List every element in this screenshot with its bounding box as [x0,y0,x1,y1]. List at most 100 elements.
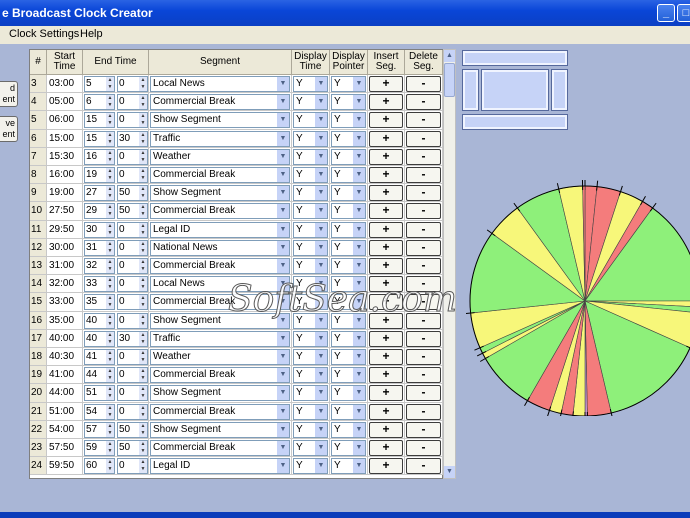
end-minute-stepper[interactable]: 59 ▲ ▼ [84,440,115,456]
stepper-arrows-icon[interactable]: ▲ ▼ [106,77,114,91]
chevron-down-icon[interactable]: ▼ [353,386,365,401]
segment-select[interactable]: Commercial Break ▼ [150,203,290,220]
insert-segment-button[interactable]: + [369,112,403,129]
scroll-up-arrow[interactable]: ▲ [444,50,455,62]
end-second-stepper[interactable]: 0 ▲ ▼ [117,148,148,165]
stepper-arrows-icon[interactable]: ▲ ▼ [139,350,147,364]
delete-segment-button[interactable]: - [406,440,441,456]
delete-segment-button[interactable]: - [406,258,441,274]
chevron-down-icon[interactable]: ▼ [277,404,289,419]
segment-select[interactable]: National News ▼ [150,239,290,256]
display-pointer-select[interactable]: Y ▼ [331,185,366,202]
stepper-arrows-icon[interactable]: ▲ ▼ [139,131,147,146]
chevron-down-icon[interactable]: ▼ [353,204,365,219]
stepper-arrows-icon[interactable]: ▲ ▼ [106,350,114,364]
chevron-down-icon[interactable]: ▼ [353,331,365,346]
chevron-down-icon[interactable]: ▼ [277,149,289,164]
chevron-down-icon[interactable]: ▼ [277,259,289,273]
insert-segment-button[interactable]: + [369,167,403,183]
stepper-arrows-icon[interactable]: ▲ ▼ [106,368,114,383]
chevron-down-icon[interactable]: ▼ [353,222,365,237]
stepper-arrows-icon[interactable]: ▲ ▼ [106,331,114,346]
segment-select[interactable]: Commercial Break ▼ [150,403,290,420]
stepper-arrows-icon[interactable]: ▲ ▼ [139,240,147,255]
display-time-select[interactable]: Y ▼ [293,458,328,475]
end-minute-stepper[interactable]: 19 ▲ ▼ [84,167,115,183]
display-pointer-select[interactable]: Y ▼ [331,148,366,165]
end-second-stepper[interactable]: 50 ▲ ▼ [117,203,148,220]
end-second-stepper[interactable]: 50 ▲ ▼ [117,440,148,456]
chevron-down-icon[interactable]: ▼ [315,204,327,219]
chevron-down-icon[interactable]: ▼ [277,441,289,455]
end-second-stepper[interactable]: 0 ▲ ▼ [117,239,148,256]
stepper-arrows-icon[interactable]: ▲ ▼ [106,204,114,219]
stepper-arrows-icon[interactable]: ▲ ▼ [139,204,147,219]
stepper-arrows-icon[interactable]: ▲ ▼ [139,331,147,346]
stepper-arrows-icon[interactable]: ▲ ▼ [139,95,147,110]
delete-segment-button[interactable]: - [406,221,441,238]
display-pointer-select[interactable]: Y ▼ [331,385,366,402]
segment-select[interactable]: Show Segment ▼ [150,112,290,129]
end-minute-stepper[interactable]: 6 ▲ ▼ [84,94,115,111]
chevron-down-icon[interactable]: ▼ [315,386,327,401]
segment-select[interactable]: Weather ▼ [150,349,290,365]
chevron-down-icon[interactable]: ▼ [353,368,365,383]
grid-scrollbar[interactable]: ▲ ▼ [443,49,456,479]
delete-segment-button[interactable]: - [406,130,441,147]
display-pointer-select[interactable]: Y ▼ [331,258,366,274]
chevron-down-icon[interactable]: ▼ [315,240,327,255]
insert-segment-button[interactable]: + [369,440,403,456]
chevron-down-icon[interactable]: ▼ [353,149,365,164]
segment-select[interactable]: Traffic ▼ [150,130,290,147]
end-minute-stepper[interactable]: 27 ▲ ▼ [84,185,115,202]
display-time-select[interactable]: Y ▼ [293,403,328,420]
segment-select[interactable]: Commercial Break ▼ [150,440,290,456]
display-time-select[interactable]: Y ▼ [293,385,328,402]
stepper-arrows-icon[interactable]: ▲ ▼ [106,404,114,419]
chevron-down-icon[interactable]: ▼ [277,331,289,346]
chevron-down-icon[interactable]: ▼ [315,259,327,273]
segment-select[interactable]: Local News ▼ [150,76,290,92]
stepper-arrows-icon[interactable]: ▲ ▼ [139,77,147,91]
segment-select[interactable]: Show Segment ▼ [150,185,290,202]
delete-segment-button[interactable]: - [406,330,441,347]
end-second-stepper[interactable]: 0 ▲ ▼ [117,367,148,384]
end-minute-stepper[interactable]: 44 ▲ ▼ [84,367,115,384]
layout-left-bar-button[interactable] [462,69,479,111]
delete-segment-button[interactable]: - [406,167,441,183]
stepper-arrows-icon[interactable]: ▲ ▼ [106,313,114,328]
insert-segment-button[interactable]: + [369,94,403,111]
chevron-down-icon[interactable]: ▼ [277,222,289,237]
minimize-button[interactable]: _ [657,4,675,22]
segment-select[interactable]: Show Segment ▼ [150,421,290,438]
insert-segment-button[interactable]: + [369,76,403,92]
chevron-down-icon[interactable]: ▼ [353,131,365,146]
end-second-stepper[interactable]: 0 ▲ ▼ [117,458,148,475]
layout-center-button[interactable] [481,69,549,111]
delete-segment-button[interactable]: - [406,367,441,384]
delete-segment-button[interactable]: - [406,239,441,256]
chevron-down-icon[interactable]: ▼ [315,186,327,201]
chevron-down-icon[interactable]: ▼ [277,77,289,91]
display-time-select[interactable]: Y ▼ [293,76,328,92]
end-minute-stepper[interactable]: 16 ▲ ▼ [84,148,115,165]
end-minute-stepper[interactable]: 29 ▲ ▼ [84,203,115,220]
display-pointer-select[interactable]: Y ▼ [331,367,366,384]
display-time-select[interactable]: Y ▼ [293,167,328,183]
display-pointer-select[interactable]: Y ▼ [331,112,366,129]
display-time-select[interactable]: Y ▼ [293,130,328,147]
display-pointer-select[interactable]: Y ▼ [331,440,366,456]
end-second-stepper[interactable]: 0 ▲ ▼ [117,167,148,183]
insert-segment-button[interactable]: + [369,239,403,256]
end-minute-stepper[interactable]: 51 ▲ ▼ [84,385,115,402]
end-minute-stepper[interactable]: 54 ▲ ▼ [84,403,115,420]
delete-segment-button[interactable]: - [406,94,441,111]
end-second-stepper[interactable]: 50 ▲ ▼ [117,421,148,438]
end-second-stepper[interactable]: 0 ▲ ▼ [117,312,148,329]
chevron-down-icon[interactable]: ▼ [315,149,327,164]
stepper-arrows-icon[interactable]: ▲ ▼ [106,259,114,273]
end-second-stepper[interactable]: 0 ▲ ▼ [117,258,148,274]
chevron-down-icon[interactable]: ▼ [277,204,289,219]
end-minute-stepper[interactable]: 15 ▲ ▼ [84,130,115,147]
chevron-down-icon[interactable]: ▼ [315,459,327,474]
